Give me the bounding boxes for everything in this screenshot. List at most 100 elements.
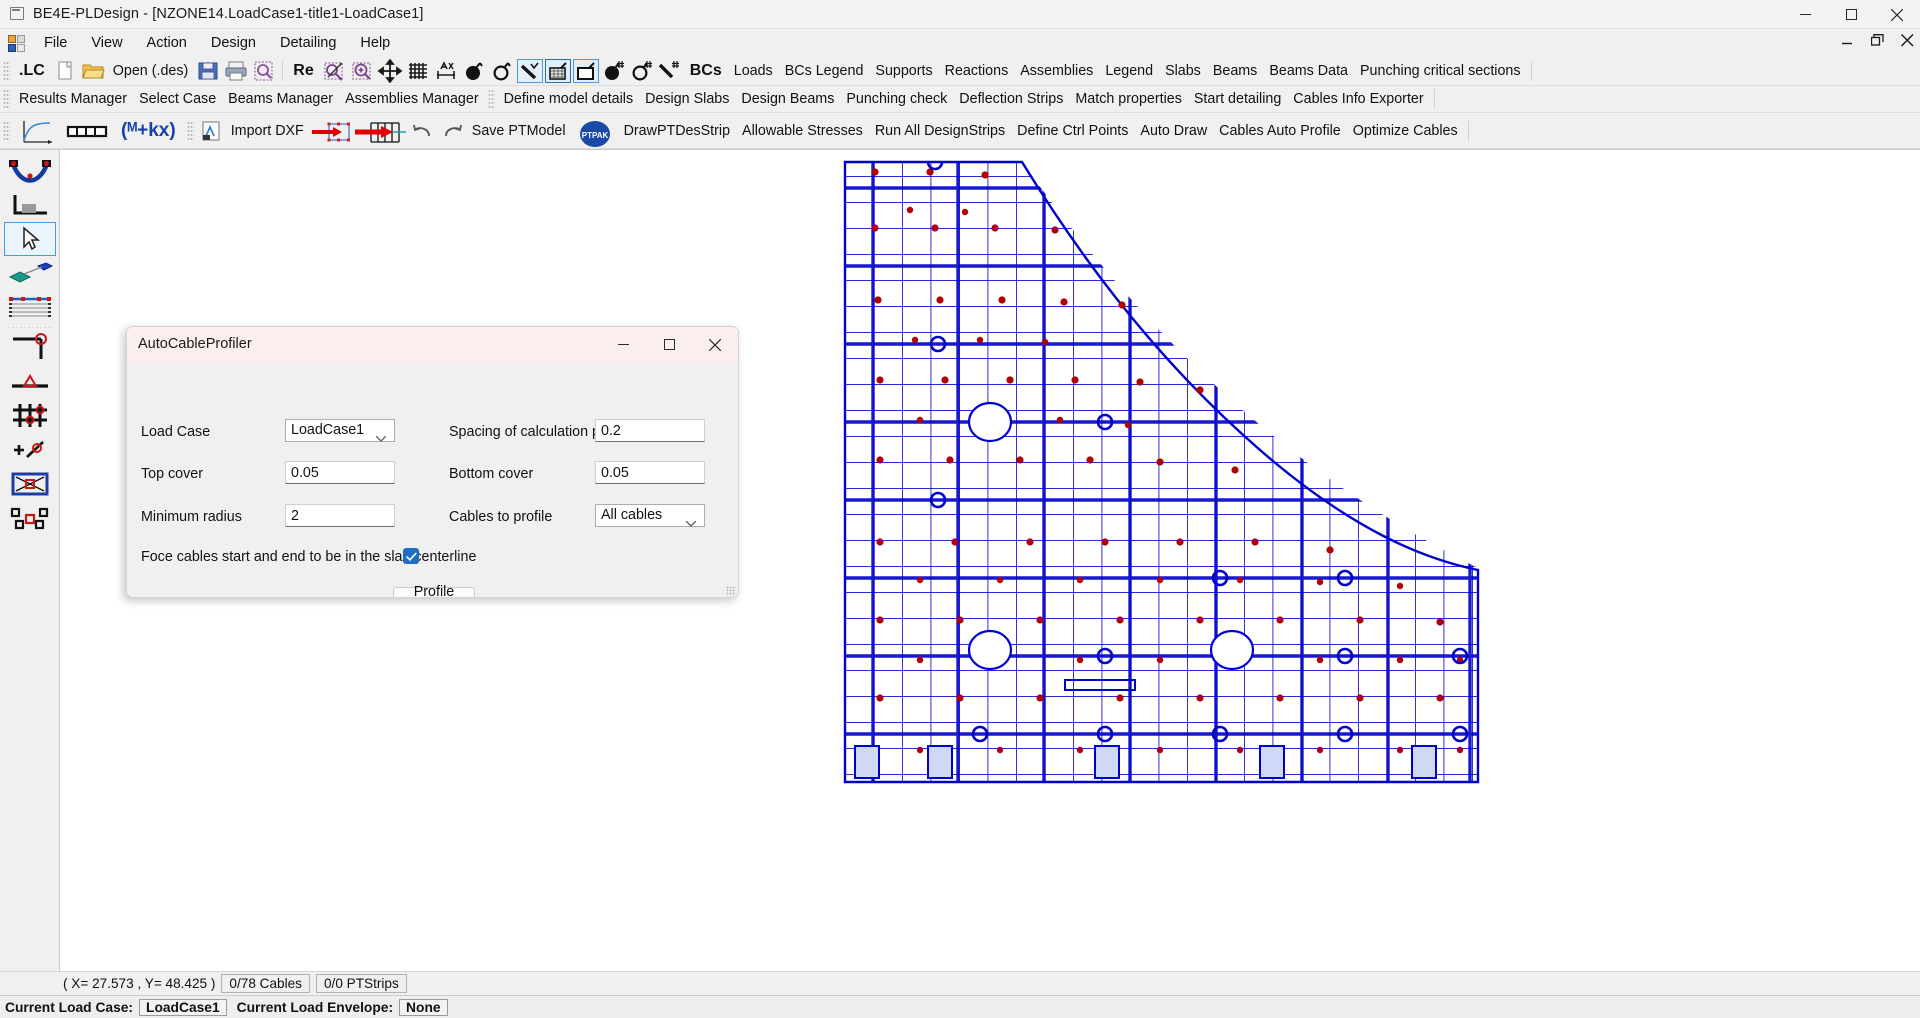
ptstrips-count[interactable]: 0/0 PTStrips [315, 974, 407, 993]
toolbar-grip[interactable] [3, 89, 10, 109]
add-node-icon[interactable] [4, 433, 56, 467]
support-triangle-icon[interactable] [4, 365, 56, 399]
optimize-cables-button[interactable]: Optimize Cables [1347, 121, 1464, 141]
mdi-restore-button[interactable] [1868, 30, 1886, 50]
control-point-icon[interactable] [4, 331, 56, 365]
import-dxf-icon[interactable] [198, 119, 224, 143]
line-hash-icon[interactable] [657, 59, 683, 83]
moment-formula-button[interactable]: (ᴹ+kx) [113, 120, 184, 142]
beams-data-button[interactable]: Beams Data [1263, 61, 1354, 81]
spacing-input[interactable] [595, 419, 705, 442]
bcs-legend-button[interactable]: BCs Legend [779, 61, 870, 81]
load-case-select[interactable]: LoadCase1 [285, 419, 395, 442]
tendon-segments-icon[interactable] [60, 119, 112, 143]
start-detailing-button[interactable]: Start detailing [1188, 89, 1287, 109]
window-minimize-button[interactable] [1782, 0, 1828, 29]
design-beams-button[interactable]: Design Beams [735, 89, 840, 109]
cable-profile-icon[interactable] [4, 154, 56, 188]
dimension-icon[interactable] [433, 59, 459, 83]
menu-item-file[interactable]: File [32, 32, 79, 54]
beams-button[interactable]: Beams [1207, 61, 1264, 81]
print-preview-icon[interactable] [251, 59, 277, 83]
punching-check-button[interactable]: Punching check [840, 89, 953, 109]
allowable-stresses-button[interactable]: Allowable Stresses [736, 121, 869, 141]
node-solid-hash-icon[interactable] [601, 59, 627, 83]
mdi-close-button[interactable] [1898, 30, 1916, 50]
slab-outline-icon[interactable] [572, 59, 599, 83]
open-folder-icon[interactable] [80, 59, 106, 83]
legend-button[interactable]: Legend [1099, 61, 1159, 81]
define-model-details-button[interactable]: Define model details [498, 89, 640, 109]
toolbar-grip[interactable] [3, 61, 10, 81]
top-cover-input[interactable] [285, 461, 395, 484]
open-des-button[interactable]: Open (.des) [107, 61, 195, 81]
toolbar-grip-3[interactable] [186, 120, 194, 141]
dialog-close-button[interactable] [692, 327, 738, 362]
menu-item-design[interactable]: Design [199, 32, 268, 54]
import-dxf-button[interactable]: Import DXF [225, 121, 310, 141]
slab-mesh-icon[interactable] [544, 59, 571, 83]
undo-icon[interactable] [411, 119, 437, 143]
select-pointer-icon[interactable] [3, 222, 56, 256]
cables-count[interactable]: 0/78 Cables [221, 974, 310, 993]
window-maximize-button[interactable] [1828, 0, 1874, 29]
pan-icon[interactable] [377, 59, 403, 83]
zoom-window-icon[interactable] [349, 59, 375, 83]
node-hollow-icon[interactable] [489, 59, 515, 83]
design-strip-icon[interactable] [4, 290, 56, 324]
cables-to-profile-select[interactable]: All cables [595, 504, 705, 527]
lc-button[interactable]: .LC [13, 62, 51, 80]
loads-button[interactable]: Loads [728, 61, 779, 81]
line-element-icon[interactable] [516, 59, 543, 83]
cables-auto-profile-button[interactable]: Cables Auto Profile [1213, 121, 1347, 141]
dialog-resize-grip[interactable] [726, 586, 736, 596]
mesh-grid-icon[interactable] [405, 59, 431, 83]
prestress-arrow-icon[interactable] [353, 119, 409, 143]
menu-item-view[interactable]: View [79, 32, 134, 54]
save-floppy-icon[interactable] [195, 59, 221, 83]
slabs-button[interactable]: Slabs [1159, 61, 1207, 81]
bcs-button[interactable]: BCs [684, 62, 728, 80]
toolbar-grip[interactable] [3, 120, 10, 141]
support-corner-icon[interactable] [4, 188, 56, 222]
reactions-button[interactable]: Reactions [939, 61, 1015, 81]
current-load-case-value[interactable]: LoadCase1 [139, 998, 227, 1016]
toolbar-grip-2[interactable] [487, 89, 495, 109]
print-icon[interactable] [223, 59, 249, 83]
auto-draw-button[interactable]: Auto Draw [1134, 121, 1213, 141]
menu-item-help[interactable]: Help [348, 32, 402, 54]
autocableprofiler-dialog[interactable]: AutoCableProfiler Load Case LoadCase1 Sp… [126, 326, 739, 598]
punching-area-icon[interactable] [4, 467, 56, 501]
supports-button[interactable]: Supports [869, 61, 938, 81]
save-ptmodel-button[interactable]: Save PTModel [466, 121, 572, 141]
window-close-button[interactable] [1874, 0, 1920, 29]
deflection-strips-button[interactable]: Deflection Strips [953, 89, 1069, 109]
define-ctrl-points-button[interactable]: Define Ctrl Points [1011, 121, 1134, 141]
menu-item-detailing[interactable]: Detailing [268, 32, 348, 54]
menu-item-action[interactable]: Action [135, 32, 199, 54]
node-solid-icon[interactable] [461, 59, 487, 83]
assemblies-manager-button[interactable]: Assemblies Manager [339, 89, 485, 109]
ptpak-logo-icon[interactable]: PTPAK [573, 119, 617, 147]
beams-manager-button[interactable]: Beams Manager [222, 89, 339, 109]
force-centerline-checkbox[interactable] [403, 548, 419, 564]
dialog-maximize-button[interactable] [646, 327, 692, 362]
dialog-minimize-button[interactable] [600, 327, 646, 362]
profile-cables-button[interactable]: Profile Cables [393, 584, 475, 597]
match-properties-button[interactable]: Match properties [1069, 89, 1187, 109]
select-case-button[interactable]: Select Case [133, 89, 222, 109]
results-manager-button[interactable]: Results Manager [13, 89, 133, 109]
run-all-design-strips-button[interactable]: Run All DesignStrips [869, 121, 1011, 141]
stretch-slab-icon[interactable] [311, 119, 351, 143]
redo-icon[interactable] [439, 119, 465, 143]
re-button[interactable]: Re [287, 62, 319, 80]
cables-info-exporter-button[interactable]: Cables Info Exporter [1287, 89, 1429, 109]
mdi-minimize-button[interactable] [1838, 30, 1856, 50]
stress-curve-chart-icon[interactable] [14, 115, 58, 147]
node-hollow-hash-icon[interactable] [629, 59, 655, 83]
design-slabs-button[interactable]: Design Slabs [639, 89, 735, 109]
zoom-extents-icon[interactable] [321, 59, 347, 83]
punching-critical-sections-button[interactable]: Punching critical sections [1354, 61, 1527, 81]
assemblies-button[interactable]: Assemblies [1014, 61, 1099, 81]
new-document-icon[interactable] [52, 59, 78, 83]
